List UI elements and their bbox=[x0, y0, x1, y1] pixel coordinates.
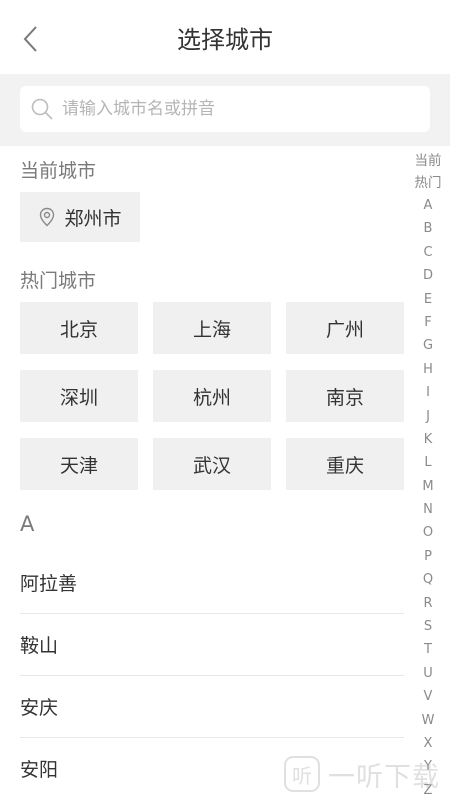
hot-city-button[interactable]: 武汉 bbox=[153, 438, 271, 490]
index-hot[interactable]: 热门 bbox=[415, 172, 442, 194]
index-letter[interactable]: W bbox=[422, 709, 435, 732]
hot-city-button[interactable]: 杭州 bbox=[153, 370, 271, 422]
current-city-label: 当前城市 bbox=[20, 160, 97, 182]
hot-city-button[interactable]: 北京 bbox=[20, 302, 138, 354]
index-letter[interactable]: A bbox=[424, 194, 433, 217]
hot-city-button[interactable]: 上海 bbox=[153, 302, 271, 354]
index-current[interactable]: 当前 bbox=[415, 150, 442, 172]
city-list-item[interactable]: 阿拉善 bbox=[20, 552, 404, 614]
city-list-item[interactable]: 鞍山 bbox=[20, 614, 404, 676]
location-pin-icon bbox=[40, 207, 55, 227]
current-city-button[interactable]: 郑州市 bbox=[20, 192, 140, 242]
index-letter[interactable]: C bbox=[423, 241, 432, 264]
watermark-logo-icon: 听 bbox=[284, 756, 320, 792]
city-list-item[interactable]: 安庆 bbox=[20, 676, 404, 738]
index-letter[interactable]: Q bbox=[423, 568, 433, 591]
index-letter[interactable]: J bbox=[426, 405, 430, 428]
watermark-text: 一听下载 bbox=[328, 761, 440, 793]
hot-city-button[interactable]: 深圳 bbox=[20, 370, 138, 422]
index-letter[interactable]: F bbox=[424, 311, 431, 334]
index-letter[interactable]: D bbox=[423, 264, 433, 287]
group-letter-header: A bbox=[20, 512, 35, 536]
top-bar: 选择城市 bbox=[0, 0, 450, 75]
index-letter[interactable]: K bbox=[424, 428, 433, 451]
hot-cities-label: 热门城市 bbox=[20, 270, 97, 292]
index-letter[interactable]: U bbox=[423, 662, 433, 685]
index-letter[interactable]: L bbox=[424, 451, 431, 474]
hot-city-button[interactable]: 重庆 bbox=[286, 438, 404, 490]
search-area bbox=[0, 74, 450, 146]
search-box[interactable] bbox=[20, 86, 430, 132]
index-letter[interactable]: B bbox=[424, 217, 433, 240]
search-icon bbox=[31, 98, 53, 120]
index-letter[interactable]: P bbox=[424, 545, 432, 568]
hot-city-button[interactable]: 南京 bbox=[286, 370, 404, 422]
current-city-name: 郑州市 bbox=[64, 207, 122, 230]
index-letter[interactable]: H bbox=[423, 358, 433, 381]
page-title: 选择城市 bbox=[177, 26, 273, 54]
search-input[interactable] bbox=[62, 99, 402, 119]
index-letter[interactable]: T bbox=[424, 638, 432, 661]
index-letter[interactable]: I bbox=[426, 381, 430, 404]
index-letter[interactable]: S bbox=[424, 615, 432, 638]
index-letter[interactable]: V bbox=[424, 685, 433, 708]
watermark: 听 一听下载 bbox=[284, 748, 450, 800]
index-letter[interactable]: R bbox=[423, 592, 432, 615]
hot-city-button[interactable]: 天津 bbox=[20, 438, 138, 490]
index-letter[interactable]: M bbox=[422, 475, 433, 498]
alphabet-index-bar: 当前 热门 A B C D E F G H I J K L M N O P Q … bbox=[410, 150, 446, 802]
hot-cities-grid: 北京 上海 广州 深圳 杭州 南京 天津 武汉 重庆 bbox=[20, 302, 406, 490]
hot-city-button[interactable]: 广州 bbox=[286, 302, 404, 354]
index-letter[interactable]: G bbox=[423, 334, 433, 357]
index-letter[interactable]: N bbox=[423, 498, 433, 521]
index-letter[interactable]: O bbox=[423, 521, 433, 544]
index-letter[interactable]: E bbox=[424, 288, 432, 311]
